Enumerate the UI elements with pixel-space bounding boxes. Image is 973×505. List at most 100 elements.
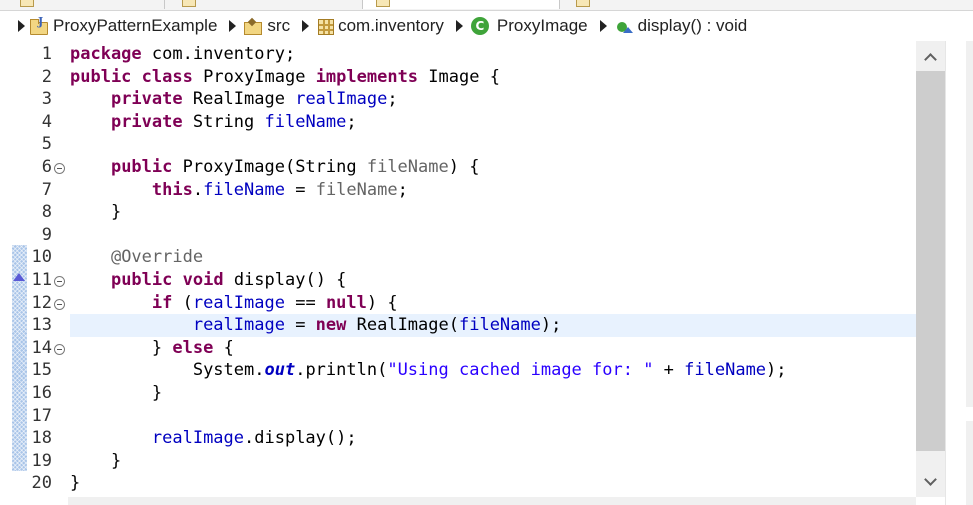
code-line[interactable]: if (realImage == null) {	[70, 292, 916, 315]
code-line[interactable]: realImage.display();	[70, 427, 916, 450]
code-text: ;	[397, 179, 408, 200]
tab-file-icon[interactable]	[576, 0, 590, 7]
keyword: else	[172, 337, 214, 358]
code-text: );	[766, 360, 787, 381]
breadcrumb-class[interactable]: ProxyImage	[497, 16, 588, 36]
tab-active[interactable]	[362, 0, 560, 9]
code-text: }	[110, 450, 122, 471]
field-name: realImage	[192, 292, 285, 313]
code-text: ProxyImage	[192, 66, 316, 87]
breadcrumb: J ProxyPatternExample src com.inventory …	[0, 11, 973, 41]
line-number: 14	[31, 337, 52, 358]
horizontal-scrollbar[interactable]	[68, 497, 916, 505]
code-text: ==	[284, 292, 326, 313]
chevron-up-icon	[924, 52, 937, 66]
line-number: 5	[41, 134, 52, 155]
code-line[interactable]	[70, 405, 916, 428]
code-line[interactable]: }	[70, 450, 916, 473]
code-text: display() {	[223, 270, 347, 290]
annotation: @Override	[110, 247, 204, 268]
code-text: RealImage(	[346, 315, 459, 336]
public-method-icon	[615, 19, 633, 33]
breadcrumb-method[interactable]: display() : void	[638, 16, 748, 36]
fold-collapse-icon[interactable]	[54, 276, 65, 287]
code-line[interactable]: public ProxyImage(String fileName) {	[70, 156, 916, 179]
code-text: Image {	[418, 66, 500, 87]
code-text: =	[284, 179, 316, 200]
line-number: 9	[41, 224, 52, 245]
line-number: 16	[31, 383, 52, 403]
code-line[interactable]: package com.inventory;	[70, 43, 916, 66]
chevron-right-icon[interactable]	[302, 20, 310, 32]
tab-file-icon[interactable]	[182, 0, 196, 7]
scrollbar-thumb[interactable]	[916, 71, 945, 451]
keyword: private	[110, 89, 183, 110]
code-text-area[interactable]: package com.inventory; public class Prox…	[70, 41, 916, 497]
code-line[interactable]	[70, 133, 916, 156]
code-text: .display();	[244, 428, 357, 449]
code-line[interactable]: private RealImage realImage;	[70, 88, 916, 111]
breadcrumb-project[interactable]: ProxyPatternExample	[53, 16, 217, 36]
parameter-name: fileName	[366, 157, 449, 177]
code-line[interactable]: public void display() {	[70, 269, 916, 292]
tab-divider	[164, 0, 165, 9]
eclipse-editor-window: J ProxyPatternExample src com.inventory …	[0, 0, 973, 505]
field-name: realImage	[295, 89, 388, 110]
code-line[interactable]: this.fileName = fileName;	[70, 179, 916, 202]
source-folder-icon	[244, 18, 263, 35]
overview-ruler[interactable]	[945, 41, 973, 505]
code-line[interactable]: public class ProxyImage implements Image…	[70, 66, 916, 89]
scroll-down-button[interactable]	[916, 467, 945, 495]
line-number: 12	[31, 292, 52, 313]
keyword: public	[110, 270, 173, 290]
fold-collapse-icon[interactable]	[54, 344, 65, 355]
line-number: 2	[41, 66, 52, 87]
class-icon: C	[470, 17, 489, 35]
code-text: (	[172, 292, 193, 313]
code-text: ) {	[366, 292, 398, 313]
project-folder-icon: J	[30, 15, 48, 35]
line-number: 15	[31, 360, 52, 381]
field-name: fileName	[458, 315, 541, 336]
line-number: 1	[41, 44, 52, 64]
keyword: class	[141, 66, 193, 87]
fold-collapse-icon[interactable]	[54, 299, 65, 310]
keyword: new	[315, 315, 347, 336]
code-text: {	[213, 337, 234, 358]
chevron-right-icon[interactable]	[455, 20, 463, 32]
overview-ruler-track	[966, 421, 973, 505]
tab-file-icon[interactable]	[20, 0, 34, 7]
line-number: 7	[41, 179, 52, 200]
vertical-scrollbar[interactable]	[916, 41, 945, 497]
code-text: .println(	[295, 360, 388, 381]
fold-collapse-icon[interactable]	[54, 163, 65, 174]
chevron-right-icon[interactable]	[18, 20, 25, 32]
code-line[interactable]: }	[70, 472, 916, 495]
code-line[interactable]	[70, 224, 916, 247]
breadcrumb-package[interactable]: com.inventory	[338, 16, 444, 36]
chevron-right-icon[interactable]	[229, 20, 237, 32]
code-line[interactable]: System.out.println("Using cached image f…	[70, 359, 916, 382]
line-number: 4	[41, 111, 52, 132]
code-text: }	[151, 383, 163, 403]
breadcrumb-src[interactable]: src	[267, 16, 290, 36]
code-line-current[interactable]: realImage = new RealImage(fileName);	[70, 314, 916, 337]
keyword: public	[70, 66, 132, 87]
tab-file-icon[interactable]	[376, 0, 390, 7]
code-line[interactable]: private String fileName;	[70, 111, 916, 134]
scroll-up-button[interactable]	[916, 43, 945, 71]
code-line[interactable]: }	[70, 382, 916, 405]
chevron-right-icon[interactable]	[599, 20, 607, 32]
code-text: com.inventory;	[141, 44, 296, 64]
code-line[interactable]: }	[70, 201, 916, 224]
keyword: implements	[315, 66, 419, 87]
field-name: fileName	[264, 111, 347, 132]
package-icon	[317, 18, 335, 35]
code-text: RealImage	[182, 89, 296, 110]
code-editor[interactable]: 1 2 3 4 5 6 7 8 9 10 11 12 13 14 15 16 1…	[0, 41, 945, 497]
parameter-name: fileName	[315, 179, 398, 200]
code-line[interactable]: } else {	[70, 337, 916, 360]
code-text: ProxyImage(String	[172, 157, 367, 177]
code-line[interactable]: @Override	[70, 246, 916, 269]
line-number: 18	[31, 428, 52, 449]
